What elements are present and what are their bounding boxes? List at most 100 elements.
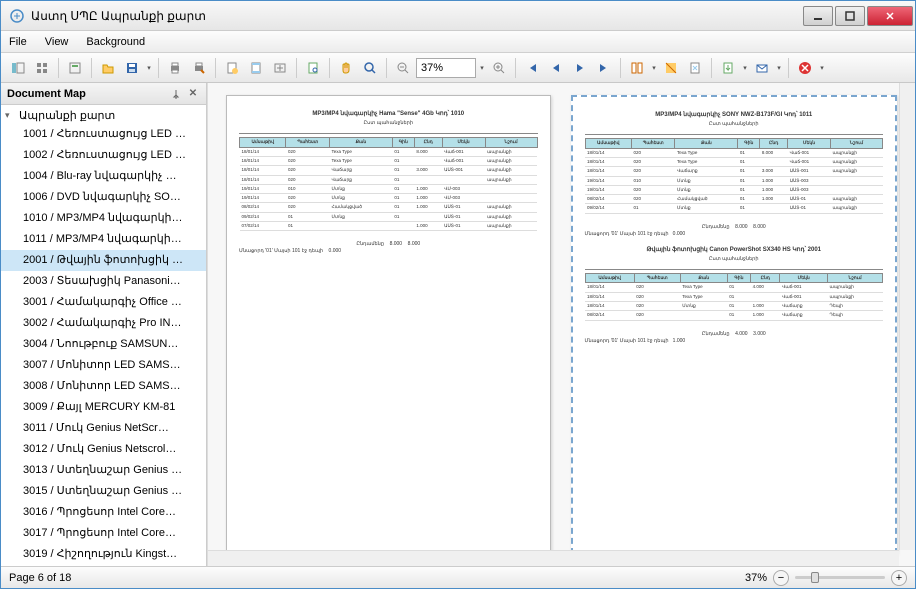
tree-item[interactable]: 3007 / Մոնիտոր LED SAMS… — [1, 355, 206, 376]
tree-item[interactable]: 3016 / Պրոցեսոր Intel Core… — [1, 502, 206, 523]
tree-item[interactable]: 2001 / Թվային ֆոտոխցիկ … — [1, 250, 206, 271]
email-button[interactable] — [751, 57, 773, 79]
zoom-in-status-button[interactable]: + — [891, 570, 907, 586]
prev-page-button[interactable] — [545, 57, 567, 79]
report-table: ԱմսաթիվՊահեստՔանԳինԸնդՄեկնՆշում 18/01/14… — [585, 138, 884, 213]
content-area: Document Map ✕ ▾ Ապրանքի քարտ 1001 / Հեռ… — [1, 83, 915, 566]
menu-file[interactable]: File — [9, 36, 27, 48]
page-setup-button[interactable] — [221, 57, 243, 79]
tree-item[interactable]: 3008 / Մոնիտոր LED SAMS… — [1, 376, 206, 397]
report-subtitle: Ըստ պահանջների — [585, 121, 884, 128]
separator — [58, 58, 59, 78]
app-icon — [9, 8, 25, 24]
tree-item[interactable]: 3001 / Համակարգիչ Office … — [1, 292, 206, 313]
hand-tool-button[interactable] — [335, 57, 357, 79]
next-page-button[interactable] — [569, 57, 591, 79]
menubar: File View Background — [1, 31, 915, 53]
document-tree[interactable]: ▾ Ապրանքի քարտ 1001 / Հեռուստացույց LED … — [1, 105, 206, 566]
horizontal-scrollbar[interactable] — [208, 550, 899, 566]
tree-item[interactable]: 3009 / Քայլ MERCURY KM-81 — [1, 397, 206, 418]
pin-icon[interactable] — [169, 87, 183, 101]
tree-item[interactable]: 3019 / Հիշողություն Kingst… — [1, 544, 206, 565]
multipage-button[interactable] — [626, 57, 648, 79]
menu-view[interactable]: View — [45, 36, 69, 48]
tree-item[interactable]: 1004 / Blu-ray նվագարկիչ … — [1, 166, 206, 187]
export-button[interactable] — [717, 57, 739, 79]
tree-item[interactable]: 3011 / Մուկ Genius NetScr… — [1, 418, 206, 439]
color-button[interactable] — [660, 57, 682, 79]
scale-button[interactable] — [269, 57, 291, 79]
tree-item[interactable]: 1006 / DVD նվագարկիչ SO… — [1, 187, 206, 208]
maximize-button[interactable] — [835, 6, 865, 26]
watermark-button[interactable] — [684, 57, 706, 79]
open-button[interactable] — [97, 57, 119, 79]
titlebar: Աստղ ՍՊԸ Ապրանքի քարտ — [1, 1, 915, 31]
tree-item[interactable]: 3004 / Նոութբուք SAMSUN… — [1, 334, 206, 355]
zoom-in-button[interactable] — [488, 57, 510, 79]
report-subtitle-2: Ըստ պահանջների — [585, 256, 884, 263]
quickprint-button[interactable] — [188, 57, 210, 79]
separator — [620, 58, 621, 78]
document-map-header: Document Map ✕ — [1, 83, 206, 105]
window-title: Աստղ ՍՊԸ Ապրանքի քարտ — [31, 9, 801, 23]
save-dropdown-icon[interactable]: ▾ — [145, 64, 153, 72]
zoom-out-button[interactable] — [392, 57, 414, 79]
separator — [296, 58, 297, 78]
zoom-slider-thumb[interactable] — [811, 572, 819, 583]
zoom-input[interactable] — [416, 58, 476, 78]
last-page-button[interactable] — [593, 57, 615, 79]
export-dropdown-icon[interactable]: ▾ — [741, 64, 749, 72]
first-page-button[interactable] — [521, 57, 543, 79]
toolbar: ▾ ▾ ▾ ▾ ▾ ▾ — [1, 53, 915, 83]
tree-item[interactable]: 1002 / Հեռուստացույց LED … — [1, 145, 206, 166]
preview-page-left[interactable]: MP3/MP4 նվագարկիչ Hama "Sense" 4Gb Կոդ՝ … — [226, 95, 551, 554]
close-dropdown-icon[interactable]: ▾ — [818, 64, 826, 72]
report-title: MP3/MP4 նվագարկիչ SONY NWZ-B173F/GI Կոդ՝… — [585, 111, 884, 119]
print-button[interactable] — [164, 57, 186, 79]
tree-item[interactable]: 3013 / Ստեղնաշար Genius … — [1, 460, 206, 481]
header-footer-button[interactable] — [245, 57, 267, 79]
vertical-scrollbar[interactable] — [899, 83, 915, 550]
close-button[interactable] — [867, 6, 913, 26]
preview-area[interactable]: MP3/MP4 նվագարկիչ Hama "Sense" 4Gb Կոդ՝ … — [207, 83, 915, 566]
menu-background[interactable]: Background — [86, 36, 145, 48]
preview-page-right[interactable]: MP3/MP4 նվագարկիչ SONY NWZ-B173F/GI Կոդ՝… — [571, 95, 898, 554]
separator — [711, 58, 712, 78]
app-window: Աստղ ՍՊԸ Ապրանքի քարտ File View Backgrou… — [0, 0, 916, 589]
separator — [329, 58, 330, 78]
email-dropdown-icon[interactable]: ▾ — [775, 64, 783, 72]
zoom-slider-group: 37% − + — [745, 570, 907, 586]
tree-root[interactable]: ▾ Ապրանքի քարտ — [1, 107, 206, 124]
tree-item[interactable]: 1001 / Հեռուստացույց LED … — [1, 124, 206, 145]
find-button[interactable] — [302, 57, 324, 79]
report-title: MP3/MP4 նվագարկիչ Hama "Sense" 4Gb Կոդ՝ … — [239, 110, 538, 118]
separator — [386, 58, 387, 78]
report-subtitle: Ըստ պահանջների — [239, 120, 538, 127]
document-map-panel: Document Map ✕ ▾ Ապրանքի քարտ 1001 / Հեռ… — [1, 83, 207, 566]
thumbnails-button[interactable] — [31, 57, 53, 79]
close-preview-button[interactable] — [794, 57, 816, 79]
multipage-dropdown-icon[interactable]: ▾ — [650, 64, 658, 72]
docmap-toggle-button[interactable] — [7, 57, 29, 79]
zoom-percent: 37% — [745, 572, 767, 584]
minimize-button[interactable] — [803, 6, 833, 26]
tree-item[interactable]: 3012 / Մուկ Genius Netscrol… — [1, 439, 206, 460]
tree-item[interactable]: 3017 / Պրոցեսոր Intel Core… — [1, 523, 206, 544]
parameters-button[interactable] — [64, 57, 86, 79]
tree-item[interactable]: 1010 / MP3/MP4 նվագարկի… — [1, 208, 206, 229]
tree-item[interactable]: 1011 / MP3/MP4 նվագարկի… — [1, 229, 206, 250]
report-title-2: Թվային ֆոտոխցիկ Canon PowerShot SX340 HS… — [585, 246, 884, 254]
zoom-dropdown-icon[interactable]: ▾ — [478, 64, 486, 72]
save-button[interactable] — [121, 57, 143, 79]
zoom-slider[interactable] — [795, 576, 885, 579]
close-panel-icon[interactable]: ✕ — [186, 87, 200, 101]
page-info: Page 6 of 18 — [9, 572, 71, 584]
tree-item[interactable]: 3015 / Ստեղնաշար Genius … — [1, 481, 206, 502]
report-table-2: ԱմսաթիվՊահեստՔանԳինԸնդՄեկնՆշում 18/01/14… — [585, 273, 884, 320]
zoom-out-status-button[interactable]: − — [773, 570, 789, 586]
tree-item[interactable]: 3002 / Համակարգիչ Pro IN… — [1, 313, 206, 334]
separator — [788, 58, 789, 78]
collapse-icon[interactable]: ▾ — [5, 110, 15, 121]
tree-item[interactable]: 2003 / Տեսախցիկ Panasoni… — [1, 271, 206, 292]
magnifier-button[interactable] — [359, 57, 381, 79]
